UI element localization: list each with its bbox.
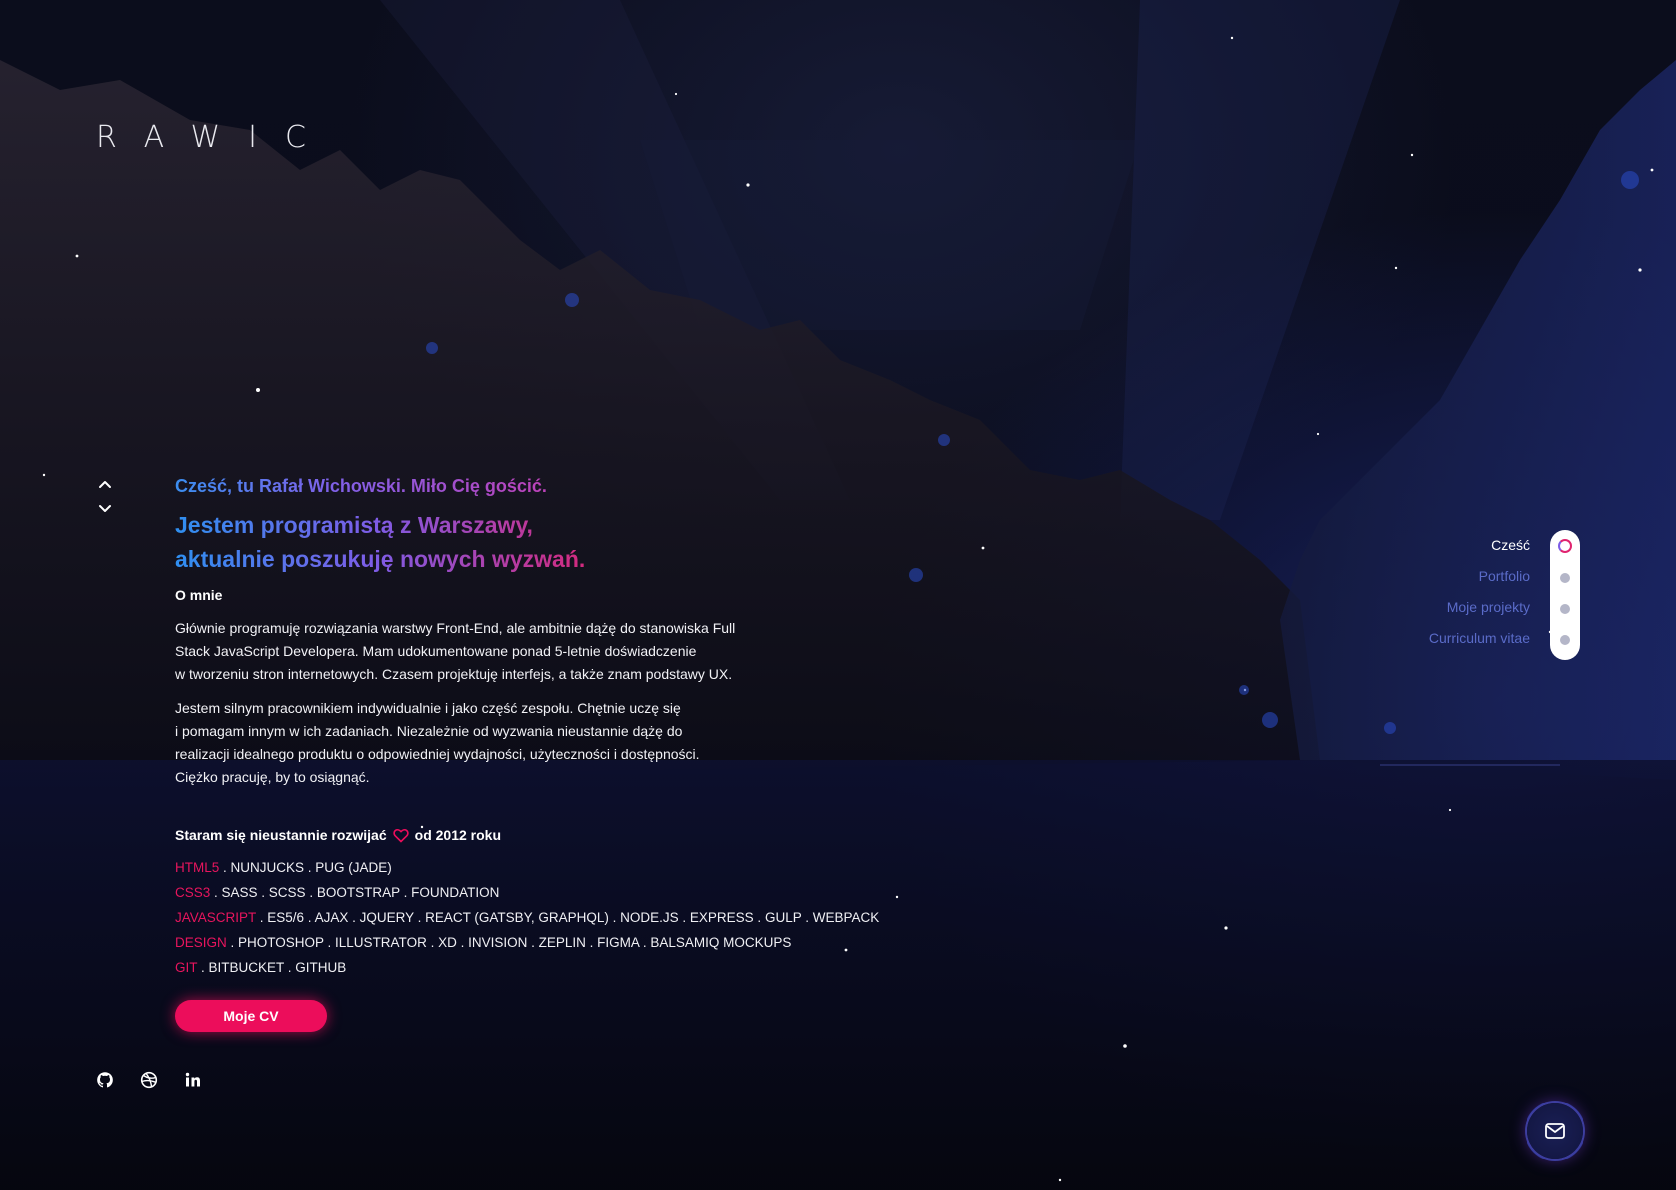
about-paragraph-2-line-4: Ciężko pracuję, by to osiągnąć. bbox=[175, 769, 370, 785]
side-nav-item-portfolio[interactable]: Portfolio bbox=[1429, 561, 1530, 592]
skill-details: . SASS . SCSS . BOOTSTRAP . FOUNDATION bbox=[210, 885, 500, 900]
page: RAWIC Cześć, tu Rafał Wichowski. Miło Ci… bbox=[0, 0, 1676, 1190]
hero-section: Cześć, tu Rafał Wichowski. Miło Cię gośc… bbox=[175, 476, 879, 1032]
headline-line-2: aktualnie poszukuję nowych wyzwań. bbox=[175, 546, 586, 572]
about-paragraph-1-line-1: Głównie programuję rozwiązania warstwy F… bbox=[175, 620, 736, 636]
chevron-down-icon[interactable] bbox=[96, 500, 114, 518]
skills-title-before: Staram się nieustannie rozwijać bbox=[175, 827, 387, 843]
skill-category: CSS3 bbox=[175, 885, 211, 900]
skill-category: JAVASCRIPT bbox=[175, 910, 257, 925]
headline: Jestem programistą z Warszawy, aktualnie… bbox=[175, 508, 615, 576]
heart-icon bbox=[392, 828, 409, 843]
side-navigation: Cześć Portfolio Moje projekty Curriculum… bbox=[1400, 530, 1580, 660]
about-paragraph-1: Głównie programuję rozwiązania warstwy F… bbox=[175, 617, 765, 686]
side-nav-dot-czesc[interactable] bbox=[1558, 539, 1572, 553]
skill-details: . ES5/6 . AJAX . JQUERY . REACT (GATSBY,… bbox=[256, 910, 880, 925]
skill-details: . PHOTOSHOP . ILLUSTRATOR . XD . INVISIO… bbox=[226, 935, 792, 950]
skill-row: GIT . BITBUCKET . GITHUB bbox=[175, 955, 875, 980]
about-paragraph-2-line-2: i pomagam innym w ich zadaniach. Niezale… bbox=[175, 723, 683, 739]
greeting: Cześć, tu Rafał Wichowski. Miło Cię gośc… bbox=[175, 476, 567, 497]
about-title: O mnie bbox=[175, 587, 223, 603]
dribbble-icon[interactable] bbox=[140, 1071, 158, 1089]
skill-details: . NUNJUCKS . PUG (JADE) bbox=[219, 860, 392, 875]
chevron-up-icon[interactable] bbox=[96, 476, 114, 494]
side-nav-item-curriculum-vitae[interactable]: Curriculum vitae bbox=[1429, 623, 1530, 654]
skill-row: HTML5 . NUNJUCKS . PUG (JADE) bbox=[175, 855, 875, 880]
side-nav-dot-moje-projekty[interactable] bbox=[1560, 604, 1570, 614]
mail-icon bbox=[1527, 1103, 1583, 1159]
cv-button[interactable]: Moje CV bbox=[175, 1000, 327, 1032]
side-nav-dots-track bbox=[1550, 530, 1580, 660]
skill-category: DESIGN bbox=[175, 935, 227, 950]
skills-title-after: od 2012 roku bbox=[414, 827, 502, 843]
side-nav-dot-portfolio[interactable] bbox=[1560, 573, 1570, 583]
section-navigation bbox=[96, 476, 114, 518]
skill-category: HTML5 bbox=[175, 860, 220, 875]
side-nav-item-czesc[interactable]: Cześć bbox=[1429, 530, 1530, 561]
about-paragraph-2: Jestem silnym pracownikiem indywidualnie… bbox=[175, 697, 765, 789]
skill-row: JAVASCRIPT . ES5/6 . AJAX . JQUERY . REA… bbox=[175, 905, 879, 930]
github-icon[interactable] bbox=[96, 1071, 114, 1089]
skills-title: Staram się nieustannie rozwijać od 2012 … bbox=[175, 827, 875, 843]
side-nav-dot-curriculum-vitae[interactable] bbox=[1560, 635, 1570, 645]
contact-button[interactable] bbox=[1527, 1103, 1583, 1159]
skill-details: . BITBUCKET . GITHUB bbox=[197, 960, 347, 975]
skill-row: CSS3 . SASS . SCSS . BOOTSTRAP . FOUNDAT… bbox=[175, 880, 875, 905]
about-paragraph-1-line-3: w tworzeniu stron internetowych. Czasem … bbox=[175, 666, 733, 682]
skill-row: DESIGN . PHOTOSHOP . ILLUSTRATOR . XD . … bbox=[175, 930, 875, 955]
linkedin-icon[interactable] bbox=[184, 1071, 202, 1089]
skill-category: GIT bbox=[175, 960, 198, 975]
side-nav-labels: Cześć Portfolio Moje projekty Curriculum… bbox=[1429, 530, 1530, 654]
skills-list: HTML5 . NUNJUCKS . PUG (JADE) CSS3 . SAS… bbox=[175, 855, 879, 980]
about-paragraph-2-line-3: realizacji idealnego produktu o odpowied… bbox=[175, 746, 700, 762]
side-nav-item-moje-projekty[interactable]: Moje projekty bbox=[1429, 592, 1530, 623]
social-links bbox=[96, 1071, 202, 1089]
about-paragraph-2-line-1: Jestem silnym pracownikiem indywidualnie… bbox=[175, 700, 681, 716]
headline-line-1: Jestem programistą z Warszawy, bbox=[175, 512, 533, 538]
logo[interactable]: RAWIC bbox=[96, 120, 334, 155]
about-paragraph-1-line-2: Stack JavaScript Developera. Mam udokume… bbox=[175, 643, 697, 659]
